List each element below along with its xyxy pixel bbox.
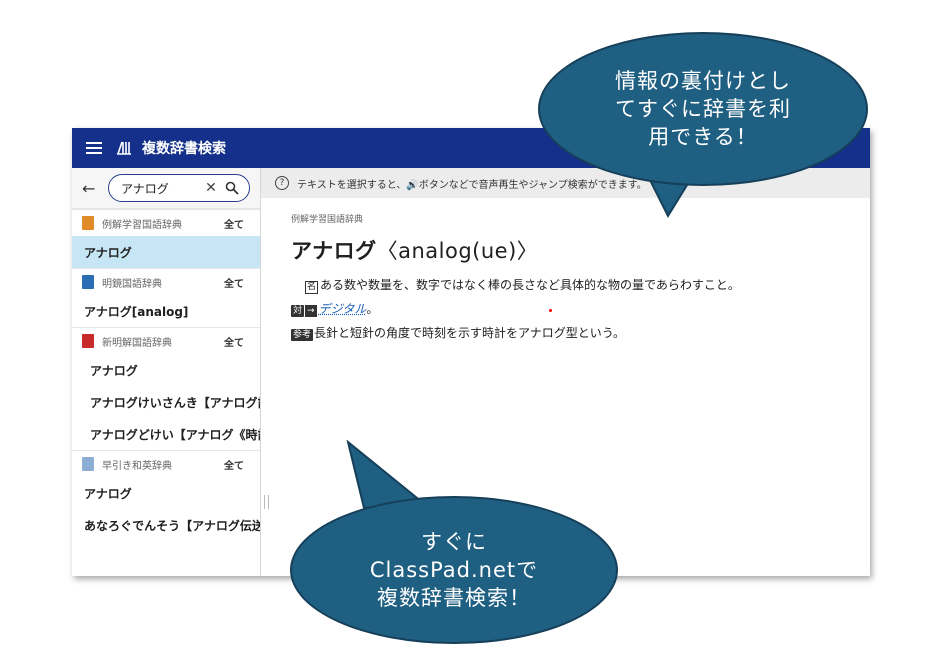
dictionary-book-icon xyxy=(82,334,94,348)
dict-header: 例解学習国語辞典 全て xyxy=(72,209,260,236)
antonym-end: 。 xyxy=(366,302,379,316)
reference-line: 参考 長針と短針の角度で時刻を示す時計をアナログ型という。 xyxy=(291,321,870,345)
antonym-line: 対 → デジタル。 xyxy=(291,297,870,321)
dict-name: 例解学習国語辞典 xyxy=(102,219,182,231)
search-box: ✕ xyxy=(108,174,250,202)
result-entry[interactable]: アナログ xyxy=(72,354,260,386)
reference-text: 長針と短針の角度で時刻を示す時計をアナログ型という。 xyxy=(314,326,626,340)
dict-header: 新明解国語辞典 全て xyxy=(72,327,260,354)
result-entry[interactable]: アナログ xyxy=(72,477,260,509)
dictionary-book-icon xyxy=(82,275,94,289)
callout-top: 情報の裏付けとし てすぐに辞書を利 用できる！ xyxy=(538,32,868,186)
hint-text: テキストを選択すると、🔊ボタンなどで音声再生やジャンプ検索ができます。 xyxy=(297,179,647,191)
headword-origin: 〈analog(ue)〉 xyxy=(376,239,539,263)
pos-tag: 名 xyxy=(305,281,319,294)
search-input[interactable] xyxy=(121,181,203,195)
help-icon: ? xyxy=(275,176,289,190)
callout-bottom-line: 複数辞書検索！ xyxy=(377,586,531,610)
show-all-button[interactable]: 全て xyxy=(224,457,260,472)
show-all-button[interactable]: 全て xyxy=(224,275,260,290)
search-icon[interactable] xyxy=(225,181,239,195)
app-title: 複数辞書検索 xyxy=(142,141,226,157)
result-entry[interactable]: あなろぐでんそう【アナログ伝送 xyxy=(72,509,260,541)
dict-name: 新明解国語辞典 xyxy=(102,337,172,349)
callout-bottom-line: すぐに xyxy=(421,530,487,554)
callout-bottom: すぐに ClassPad.netで 複数辞書検索！ xyxy=(290,496,618,644)
reference-tag: 参考 xyxy=(291,329,314,341)
dictionary-book-icon xyxy=(82,216,94,230)
result-entry[interactable]: アナログ[analog] xyxy=(72,295,260,327)
back-arrow-icon[interactable]: ← xyxy=(82,179,100,198)
antonym-link[interactable]: デジタル xyxy=(319,302,367,316)
antonym-tag: 対 xyxy=(291,305,305,317)
resize-handle[interactable] xyxy=(264,495,269,509)
definition-line: 名ある数や数量を、数字ではなく棒の長さなど具体的な物の量であらわすこと。 xyxy=(291,273,870,297)
antonym-arrow: → xyxy=(305,305,317,317)
callout-top-line: てすぐに辞書を利 xyxy=(615,97,791,121)
dict-name: 明鏡国語辞典 xyxy=(102,278,162,290)
breadcrumb: 例解学習国語辞典 xyxy=(291,215,364,225)
dictionary-book-icon xyxy=(82,457,94,471)
headword: アナログ〈analog(ue)〉 xyxy=(291,235,870,265)
show-all-button[interactable]: 全て xyxy=(224,334,260,349)
menu-icon[interactable] xyxy=(86,142,102,154)
search-row: ← ✕ xyxy=(72,168,260,209)
callout-bottom-line: ClassPad.netで xyxy=(369,558,539,582)
dict-name: 早引き和英辞典 xyxy=(102,460,172,472)
clear-icon[interactable]: ✕ xyxy=(203,180,219,196)
callout-top-line: 用できる！ xyxy=(648,125,758,149)
result-entry[interactable]: アナログどけい【アナログ《時計 xyxy=(72,418,260,450)
definition-text: ある数や数量を、数字ではなく棒の長さなど具体的な物の量であらわすこと。 xyxy=(320,278,740,292)
callout-top-line: 情報の裏付けとし xyxy=(615,69,791,93)
result-entry[interactable]: アナログ xyxy=(72,236,260,268)
result-entry[interactable]: アナログけいさんき【アナログ計 xyxy=(72,386,260,418)
show-all-button[interactable]: 全て xyxy=(224,216,260,231)
results-sidebar: ← ✕ 例解学習国語辞典 全て アナログ 明鏡国語辞典 全て アナログ[anal… xyxy=(72,168,261,576)
books-icon xyxy=(117,141,131,155)
dict-header: 明鏡国語辞典 全て xyxy=(72,268,260,295)
dict-header: 早引き和英辞典 全て xyxy=(72,450,260,477)
cursor-dot xyxy=(549,309,552,312)
headword-text: アナログ xyxy=(291,239,377,263)
